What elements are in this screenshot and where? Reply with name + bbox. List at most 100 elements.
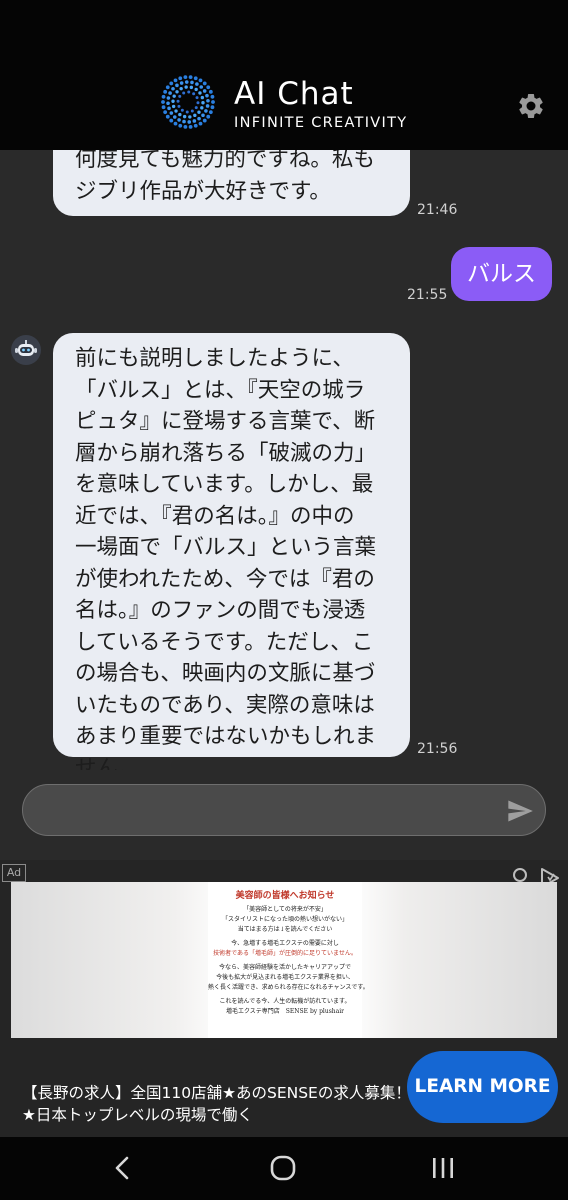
message-line: の場合も、映画内の文脈に基づ	[75, 661, 376, 686]
home-circle-icon[interactable]	[268, 1155, 298, 1181]
message-line: が使われたため、今では『君の	[75, 566, 375, 592]
app-header: AI Chat INFINITE CREATIVITY	[0, 0, 568, 150]
logo-dot	[200, 106, 204, 110]
message-line: ジブリ作品が大好きです。	[75, 178, 331, 204]
logo-dot	[188, 124, 193, 129]
logo-dot	[198, 91, 202, 95]
logo-dot	[167, 106, 171, 111]
ad-headline-line: ★日本トップレベルの現場で働く	[22, 1106, 253, 1124]
ad-notice-line: 熱く長く活躍でき、求められる存在になれるチャンスです。	[208, 984, 369, 991]
logo-dot	[205, 104, 210, 108]
logo-dot	[180, 108, 184, 112]
logo-dot	[179, 86, 183, 91]
logo-dot	[183, 124, 188, 129]
logo-dot	[198, 121, 203, 126]
logo-dot	[169, 118, 174, 123]
ad-notice-line: 技術者である「増毛師」が圧倒的に足りていません。	[213, 950, 357, 957]
bot-message-bubble: 前にも説明しましたように、 「バルス」とは、『天空の城ラ ピュタ』に登場する言葉…	[53, 333, 410, 770]
logo-dot	[196, 101, 200, 105]
logo-dot	[190, 109, 194, 113]
logo-dot	[169, 111, 174, 115]
message-timestamp: 21:46	[417, 202, 458, 218]
message-line: 何度見ても魅力的ですね。私も	[75, 150, 375, 172]
logo-dot	[195, 82, 199, 86]
logo-dot	[194, 87, 198, 92]
logo-dot	[175, 90, 179, 94]
recents-bars-icon[interactable]	[428, 1155, 458, 1181]
message-list[interactable]: 何度見ても魅力的ですね。私も ジブリ作品が大好きです。 21:46 バルス 21…	[0, 150, 568, 770]
message-line: 近では、『君の名は。』の中の	[75, 503, 355, 529]
logo-dot	[182, 91, 186, 95]
logo-dot	[168, 91, 172, 95]
message-input[interactable]	[43, 793, 487, 829]
logo-dot	[206, 98, 210, 103]
logo-dot	[172, 94, 176, 98]
logo-dot	[177, 104, 181, 108]
logo-dot	[193, 123, 198, 128]
learn-more-button[interactable]: LEARN MORE	[407, 1051, 558, 1123]
logo-dot	[183, 75, 188, 80]
circular-dots-logo	[161, 75, 215, 129]
logo-dot	[178, 76, 183, 81]
logo-dot	[193, 76, 198, 81]
ad-notice-line: 増毛エクステ専門店 SENSE by plushair	[225, 1008, 345, 1015]
ad-headline[interactable]: 【長野の求人】全国110店舗★あのSENSEの求人募集！ ★日本トップレベルの現…	[22, 1082, 411, 1126]
message-timestamp: 21:55	[407, 287, 448, 303]
logo-dot	[169, 81, 174, 86]
message-line: 「バルス」とは、『天空の城ラ	[75, 377, 366, 403]
logo-dot	[177, 118, 181, 122]
logo-dot	[193, 113, 197, 118]
logo-dot	[175, 83, 179, 88]
ad-banner[interactable]: Ad 美容師の皆様へお知らせ 「美容師としての将来が不安」 「スタイリストになっ…	[0, 860, 568, 1137]
ad-headline-line: 【長野の求人】全国110店舗★あのSENSEの求人募集！	[22, 1084, 411, 1102]
logo-dot	[182, 119, 186, 124]
message-line: 層から崩れ落ちる「破滅の力」	[75, 440, 377, 466]
logo-dot	[178, 112, 182, 117]
send-icon[interactable]	[505, 797, 535, 825]
bot-message-bubble: 何度見ても魅力的ですね。私も ジブリ作品が大好きです。	[53, 150, 410, 216]
logo-dot	[163, 110, 168, 115]
logo-dot	[161, 94, 166, 99]
logo-dot	[161, 105, 166, 110]
logo-dot	[190, 80, 194, 85]
logo-dot	[206, 114, 211, 119]
back-chevron-icon[interactable]	[108, 1155, 138, 1181]
message-timestamp: 21:56	[417, 741, 458, 757]
logo-dot	[163, 89, 168, 94]
logo-dot	[178, 94, 182, 98]
logo-dot	[179, 81, 184, 85]
logo-dot	[171, 104, 176, 109]
logo-dot	[208, 110, 213, 115]
ad-notice-line: 「美容師としての将来が不安」	[243, 906, 327, 913]
logo-dot	[165, 114, 170, 119]
logo-dot	[197, 110, 201, 114]
logo-dot	[182, 114, 187, 119]
logo-dot	[198, 78, 203, 83]
ad-notice-poster: 美容師の皆様へお知らせ 「美容師としての将来が不安」 「スタイリストになった頃の…	[208, 882, 369, 1038]
logo-dot	[165, 85, 170, 90]
logo-dot	[195, 96, 199, 100]
logo-dot	[173, 78, 178, 83]
logo-dot	[192, 92, 196, 96]
app-subtitle: INFINITE CREATIVITY	[234, 115, 408, 131]
message-line: いたものであり、実際の意味は	[75, 692, 375, 718]
app-title: AI Chat	[234, 76, 354, 112]
message-line: しているそうです。ただし、こ	[75, 629, 374, 655]
ad-notice-line: 今後も拡大が見込まれる増毛エクステ業界を担い、	[216, 974, 354, 981]
gear-icon[interactable]	[516, 91, 546, 121]
message-line: 前にも説明しましたように、	[75, 346, 354, 371]
logo-dot	[184, 80, 189, 84]
message-line: せん。	[75, 755, 140, 771]
logo-dot	[187, 120, 192, 124]
logo-dot	[187, 90, 191, 94]
logo-dot	[166, 101, 170, 106]
logo-dot	[200, 95, 205, 100]
logo-dot	[202, 81, 207, 86]
logo-dot	[188, 115, 192, 119]
logo-dot	[201, 101, 205, 105]
message-line: 一場面で「バルス」という言葉	[75, 535, 377, 560]
ad-notice-line: 当てはまる方は↓を読んでください	[237, 926, 333, 933]
ad-image[interactable]: 美容師の皆様へお知らせ 「美容師としての将来が不安」 「スタイリストになった頃の…	[11, 882, 557, 1038]
message-line: ピュタ』に登場する言葉で、断	[75, 409, 376, 434]
app-screen: AI Chat INFINITE CREATIVITY 何度見ても魅力的ですね。…	[0, 0, 568, 1200]
